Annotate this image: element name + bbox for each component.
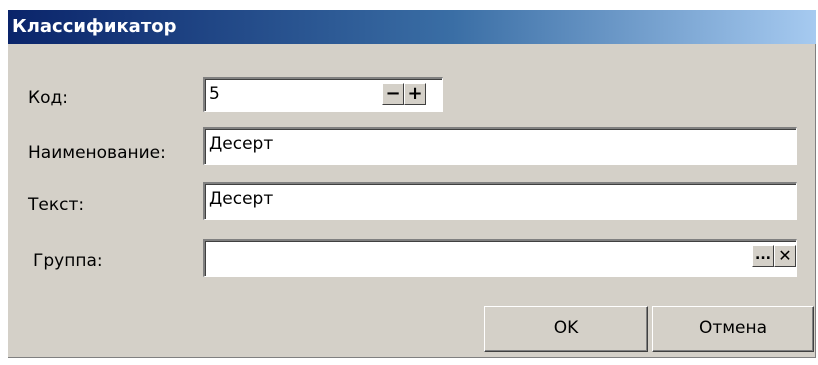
classifier-dialog: Классификатор Код: 5 − + Наименование: Д… bbox=[8, 10, 816, 358]
increment-button[interactable]: + bbox=[404, 83, 426, 105]
decrement-button[interactable]: − bbox=[382, 83, 404, 105]
browse-button[interactable]: ... bbox=[752, 245, 774, 267]
cancel-button[interactable]: Отмена bbox=[652, 306, 814, 352]
text-field[interactable]: Десерт bbox=[203, 182, 797, 220]
name-label: Наименование: bbox=[28, 143, 166, 163]
code-label: Код: bbox=[28, 88, 68, 108]
ok-button[interactable]: OK bbox=[484, 306, 648, 352]
clear-icon[interactable]: ✕ bbox=[774, 245, 796, 267]
name-field[interactable]: Десерт bbox=[203, 127, 797, 165]
text-label: Текст: bbox=[28, 195, 85, 215]
group-field[interactable] bbox=[203, 239, 797, 277]
code-value: 5 bbox=[209, 84, 220, 104]
name-value: Десерт bbox=[209, 134, 274, 154]
group-label: Группа: bbox=[33, 251, 103, 271]
text-value: Десерт bbox=[209, 189, 274, 209]
dialog-title: Классификатор bbox=[8, 10, 816, 44]
